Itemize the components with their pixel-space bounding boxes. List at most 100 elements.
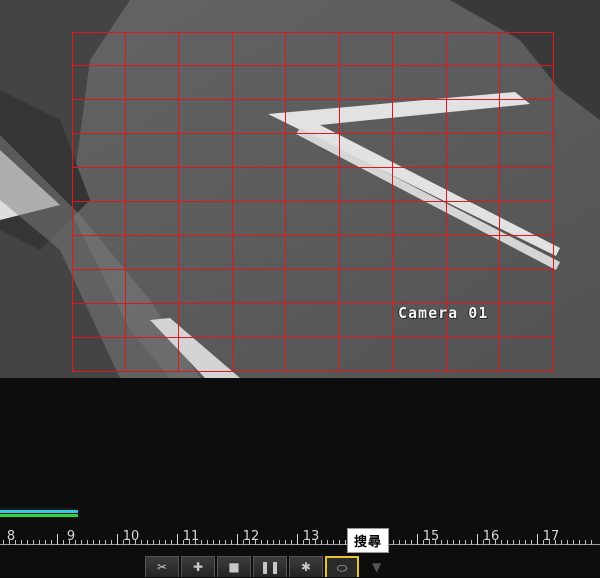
grid-cell[interactable] (232, 270, 287, 304)
grid-cell[interactable] (125, 134, 180, 168)
grid-cell[interactable] (446, 270, 501, 304)
grid-cell[interactable] (500, 202, 554, 236)
search-button[interactable]: ⬭ (325, 556, 359, 577)
grid-cell[interactable] (500, 168, 554, 202)
grid-cell[interactable] (339, 168, 394, 202)
grid-cell[interactable] (500, 134, 554, 168)
grid-cell[interactable] (232, 236, 287, 270)
grid-cell[interactable] (232, 168, 287, 202)
grid-cell[interactable] (125, 236, 180, 270)
grid-cell[interactable] (286, 66, 340, 100)
toolbar-more-icon[interactable]: ▼ (372, 560, 381, 574)
grid-cell[interactable] (232, 304, 287, 338)
grid-cell[interactable] (446, 66, 501, 100)
grid-cell[interactable] (393, 66, 447, 100)
stop-button[interactable]: ■ (217, 556, 251, 577)
grid-cell[interactable] (446, 236, 501, 270)
grid-cell[interactable] (500, 66, 554, 100)
grid-cell[interactable] (179, 168, 233, 202)
grid-cell[interactable] (125, 202, 180, 236)
grid-cell[interactable] (446, 134, 501, 168)
grid-cell[interactable] (179, 32, 233, 66)
grid-cell[interactable] (339, 270, 394, 304)
grid-cell[interactable] (179, 134, 233, 168)
grid-cell[interactable] (286, 100, 340, 134)
grid-cell[interactable] (446, 168, 501, 202)
grid-cell[interactable] (500, 270, 554, 304)
grid-cell[interactable] (446, 32, 501, 66)
grid-cell[interactable] (286, 338, 340, 372)
grid-cell[interactable] (72, 100, 126, 134)
grid-cell[interactable] (232, 202, 287, 236)
grid-cell[interactable] (72, 236, 126, 270)
grid-cell[interactable] (393, 338, 447, 372)
grid-cell[interactable] (286, 236, 340, 270)
grid-cell[interactable] (72, 32, 126, 66)
grid-cell[interactable] (393, 270, 447, 304)
timeline-axis[interactable] (0, 544, 600, 545)
grid-cell[interactable] (446, 338, 501, 372)
grid-cell[interactable] (446, 100, 501, 134)
grid-cell[interactable] (339, 338, 394, 372)
timeline-minor-tick (45, 540, 46, 545)
grid-cell[interactable] (393, 202, 447, 236)
grid-cell[interactable] (72, 168, 126, 202)
tag-button[interactable]: ✚ (181, 556, 215, 577)
grid-cell[interactable] (72, 270, 126, 304)
grid-cell[interactable] (232, 100, 287, 134)
grid-cell[interactable] (286, 304, 340, 338)
timeline-minor-tick (279, 540, 280, 545)
grid-cell[interactable] (393, 32, 447, 66)
grid-cell[interactable] (72, 338, 126, 372)
grid-cell[interactable] (339, 236, 394, 270)
grid-cell[interactable] (232, 32, 287, 66)
grid-cell[interactable] (339, 202, 394, 236)
grid-cell[interactable] (125, 32, 180, 66)
camera-feed[interactable]: Camera 01 (0, 0, 600, 378)
grid-cell[interactable] (125, 270, 180, 304)
grid-cell[interactable] (179, 236, 233, 270)
grid-cell[interactable] (500, 100, 554, 134)
grid-cell[interactable] (393, 168, 447, 202)
pause-button[interactable]: ❚❚ (253, 556, 287, 577)
grid-cell[interactable] (179, 202, 233, 236)
grid-cell[interactable] (125, 304, 180, 338)
grid-cell[interactable] (393, 100, 447, 134)
grid-cell[interactable] (339, 134, 394, 168)
timeline-minor-tick (141, 540, 142, 545)
grid-cell[interactable] (72, 304, 126, 338)
grid-cell[interactable] (72, 202, 126, 236)
grid-cell[interactable] (125, 338, 180, 372)
grid-cell[interactable] (72, 66, 126, 100)
grid-cell[interactable] (72, 134, 126, 168)
grid-cell[interactable] (232, 134, 287, 168)
grid-cell[interactable] (339, 32, 394, 66)
grid-cell[interactable] (500, 236, 554, 270)
grid-cell[interactable] (286, 202, 340, 236)
grid-cell[interactable] (179, 100, 233, 134)
cut-button[interactable]: ✂ (145, 556, 179, 577)
grid-cell[interactable] (286, 270, 340, 304)
grid-cell[interactable] (179, 338, 233, 372)
grid-cell[interactable] (393, 134, 447, 168)
grid-cell[interactable] (500, 304, 554, 338)
grid-cell[interactable] (446, 202, 501, 236)
grid-cell[interactable] (500, 32, 554, 66)
grid-cell[interactable] (179, 66, 233, 100)
grid-cell[interactable] (232, 338, 287, 372)
grid-cell[interactable] (125, 168, 180, 202)
grid-cell[interactable] (286, 168, 340, 202)
grid-cell[interactable] (286, 134, 340, 168)
grid-cell[interactable] (179, 304, 233, 338)
rewind-button[interactable]: ✱ (289, 556, 323, 577)
grid-cell[interactable] (232, 66, 287, 100)
grid-cell[interactable] (500, 338, 554, 372)
grid-cell[interactable] (286, 32, 340, 66)
grid-cell[interactable] (179, 270, 233, 304)
grid-cell[interactable] (125, 100, 180, 134)
grid-cell[interactable] (125, 66, 180, 100)
grid-cell[interactable] (339, 304, 394, 338)
grid-cell[interactable] (339, 66, 394, 100)
grid-cell[interactable] (339, 100, 394, 134)
grid-cell[interactable] (393, 236, 447, 270)
